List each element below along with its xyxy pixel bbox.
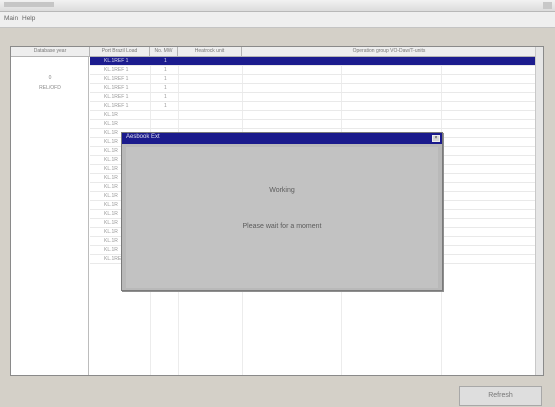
row-count: 1	[164, 94, 167, 100]
row-count: 1	[164, 85, 167, 91]
row-unit-id: KL.1R	[104, 175, 118, 181]
table-row[interactable]: KL.1REF 1 1	[90, 66, 543, 75]
table-row[interactable]: KL.1REF 1 1	[90, 84, 543, 93]
group-column: 0 REL/OFD	[11, 57, 89, 375]
table-row[interactable]: KL.1REF 1 1	[90, 57, 543, 66]
dialog-status-text: Working	[269, 187, 295, 194]
row-unit-id: KL.1R	[104, 139, 118, 145]
window-close-button[interactable]	[543, 2, 552, 9]
row-unit-id: KL.1R	[104, 121, 118, 127]
row-unit-id: KL.1R	[104, 220, 118, 226]
menu-help[interactable]: Help	[22, 15, 35, 22]
row-count: 1	[164, 67, 167, 73]
header-port-load[interactable]: Port Brazil Load	[90, 47, 150, 57]
window-title-placeholder	[4, 2, 54, 7]
row-unit-id: KL.1R	[104, 166, 118, 172]
dialog-titlebar: Aesbook Ext ×	[122, 133, 442, 144]
table-row[interactable]: KL.1R	[90, 120, 543, 129]
header-operation-group[interactable]: Operation group VO-Daw/T-units	[242, 47, 537, 57]
table-row[interactable]: KL.1REF 1 1	[90, 75, 543, 84]
row-count: 1	[164, 76, 167, 82]
row-unit-id: KL.1R	[104, 112, 118, 118]
row-unit-id: KL.1REF 1	[104, 103, 129, 109]
row-unit-id: KL.1R	[104, 247, 118, 253]
dialog-title: Aesbook Ext	[126, 134, 160, 140]
table-row[interactable]: KL.1R	[90, 111, 543, 120]
dialog-wait-text: Please wait for a moment	[242, 223, 322, 230]
dialog-close-button[interactable]: ×	[432, 135, 440, 142]
vertical-scrollbar[interactable]	[535, 47, 543, 375]
row-unit-id: KL.1REF 1	[104, 94, 129, 100]
menu-main[interactable]: Main	[4, 15, 18, 22]
row-unit-id: KL.1REF 1	[104, 58, 129, 64]
row-unit-id: KL.1R	[104, 229, 118, 235]
row-unit-id: KL.1R	[104, 211, 118, 217]
row-unit-id: KL.1REF 1	[104, 67, 129, 73]
header-no-mw[interactable]: No. MW	[150, 47, 178, 57]
menu-bar: Main Help	[0, 12, 555, 28]
group-label: REL/OFD	[39, 85, 61, 91]
header-heatrock-unit[interactable]: Heatrock unit	[178, 47, 242, 57]
header-database-year[interactable]: Database year	[11, 47, 90, 57]
row-unit-id: KL.1R	[104, 193, 118, 199]
row-unit-id: KL.1R	[104, 157, 118, 163]
row-unit-id: KL.1R	[104, 184, 118, 190]
row-count: 1	[164, 103, 167, 109]
window-titlebar	[0, 0, 555, 12]
refresh-button[interactable]: Refresh	[459, 386, 542, 406]
progress-dialog: Aesbook Ext × Working Please wait for a …	[121, 132, 443, 291]
table-row[interactable]: KL.1REF 1 1	[90, 93, 543, 102]
row-unit-id: KL.1R	[104, 130, 118, 136]
row-unit-id: KL.1REF 1	[104, 85, 129, 91]
row-count: 1	[164, 58, 167, 64]
row-unit-id: KL.1R	[104, 148, 118, 154]
row-unit-id: KL.1REF 1	[104, 76, 129, 82]
group-value: 0	[48, 75, 52, 81]
row-unit-id: KL.1R	[104, 238, 118, 244]
row-unit-id: KL.1R	[104, 202, 118, 208]
dialog-body: Working Please wait for a moment	[126, 147, 438, 288]
table-row[interactable]: KL.1REF 1 1	[90, 102, 543, 111]
